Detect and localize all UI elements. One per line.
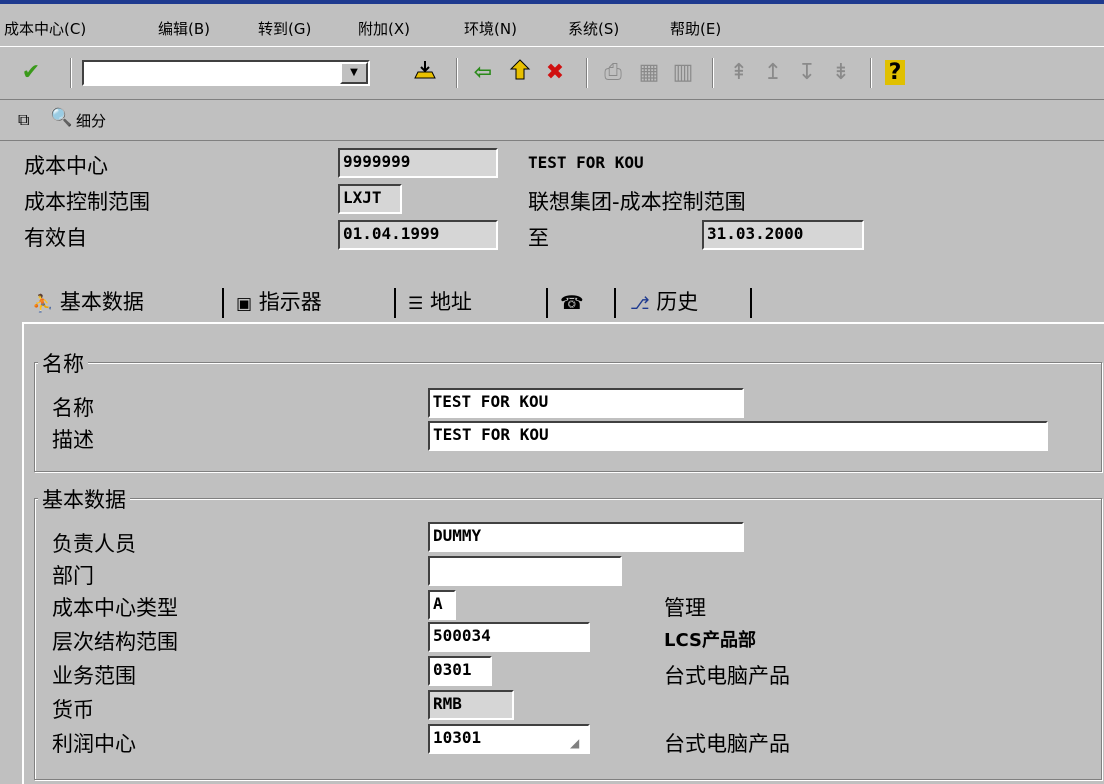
- find-icon[interactable]: ▦: [634, 58, 664, 88]
- cancel-icon[interactable]: ✖: [540, 58, 570, 88]
- person-icon: ⛹: [32, 294, 54, 314]
- business-area-field[interactable]: 0301: [428, 656, 492, 686]
- valid-to-field[interactable]: 31.03.2000: [702, 220, 864, 250]
- category-label: 成本中心类型: [52, 596, 178, 620]
- hierarchy-text: LCS产品部: [664, 630, 756, 651]
- detail-button[interactable]: 细分: [76, 110, 106, 131]
- menu-edit[interactable]: 编辑(B): [158, 18, 210, 39]
- description-field[interactable]: TEST FOR KOU: [428, 421, 1048, 451]
- business-area-text: 台式电脑产品: [664, 664, 790, 688]
- tab-label: 地址: [429, 290, 472, 314]
- category-field[interactable]: A: [428, 590, 456, 620]
- department-label: 部门: [52, 564, 94, 588]
- valid-to-label: 至: [528, 226, 549, 250]
- tab-address[interactable]: ☰ 地址: [408, 282, 472, 324]
- controlling-area-name: 联想集团-成本控制范围: [528, 190, 746, 214]
- menu-bar: 成本中心(C) 编辑(B) 转到(G) 附加(X) 环境(N) 系统(S) 帮助…: [0, 0, 1104, 44]
- previous-page-icon[interactable]: ↥: [758, 58, 788, 88]
- controlling-area-label: 成本控制范围: [24, 190, 150, 214]
- tab-separator: [546, 288, 548, 318]
- description-label: 描述: [52, 428, 94, 452]
- indicator-icon: ▣: [236, 294, 253, 314]
- tab-indicators[interactable]: ▣ 指示器: [236, 282, 322, 324]
- toolbar-separator: [70, 58, 72, 88]
- controlling-area-field[interactable]: LXJT: [338, 184, 402, 214]
- first-page-icon[interactable]: ⇞: [724, 58, 754, 88]
- profit-center-text: 台式电脑产品: [664, 732, 790, 756]
- other-object-icon[interactable]: ⧉: [18, 110, 29, 130]
- cost-center-name: TEST FOR KOU: [528, 153, 644, 172]
- name-field[interactable]: TTEST FOR KOU: [428, 388, 744, 418]
- menu-system[interactable]: 系统(S): [568, 18, 619, 39]
- currency-field[interactable]: RMB: [428, 690, 514, 720]
- cost-center-field[interactable]: 9999999: [338, 148, 498, 178]
- business-area-label: 业务范围: [52, 664, 136, 688]
- back-arrow-icon[interactable]: ⇦: [468, 58, 498, 88]
- menu-goto[interactable]: 转到(G): [258, 18, 311, 39]
- menu-environment[interactable]: 环境(N): [464, 18, 517, 39]
- save-icon[interactable]: [410, 58, 440, 88]
- print-icon[interactable]: ⎙: [598, 58, 628, 88]
- person-responsible-label: 负责人员: [52, 532, 136, 556]
- menu-cost-center[interactable]: 成本中心(C): [4, 18, 86, 39]
- tab-separator: [750, 288, 752, 318]
- tab-communication[interactable]: ☎: [560, 282, 584, 323]
- toolbar-separator: [870, 58, 872, 88]
- resize-grip-icon: ◢: [570, 736, 580, 750]
- hierarchy-field[interactable]: 500034: [428, 622, 590, 652]
- command-dropdown-icon[interactable]: ▼: [340, 62, 368, 84]
- profit-center-label: 利润中心: [52, 732, 136, 756]
- name-field-text: TEST FOR KOU: [432, 392, 549, 411]
- phone-icon: ☎: [560, 292, 584, 314]
- tab-label: 基本数据: [59, 290, 144, 314]
- valid-from-field[interactable]: 01.04.1999: [338, 220, 498, 250]
- exit-icon[interactable]: [505, 58, 535, 88]
- help-icon[interactable]: ?: [880, 58, 910, 88]
- command-field[interactable]: [82, 60, 370, 86]
- currency-label: 货币: [52, 698, 94, 722]
- cost-center-label: 成本中心: [24, 154, 108, 178]
- basic-data-group-title: 基本数据: [38, 484, 130, 514]
- hierarchy-label: 层次结构范围: [52, 630, 178, 654]
- find-next-icon[interactable]: ▥: [668, 58, 698, 88]
- tab-separator: [222, 288, 224, 318]
- enter-check-icon[interactable]: ✔: [16, 58, 46, 88]
- toolbar-separator: [456, 58, 458, 88]
- menu-extras[interactable]: 附加(X): [358, 18, 410, 39]
- next-page-icon[interactable]: ↧: [792, 58, 822, 88]
- magnifier-icon[interactable]: 🔍: [50, 107, 72, 128]
- last-page-icon[interactable]: ⇟: [826, 58, 856, 88]
- names-group-title: 名称: [38, 348, 88, 378]
- toolbar-separator: [586, 58, 588, 88]
- department-field[interactable]: [428, 556, 622, 586]
- toolbar-separator: [712, 58, 714, 88]
- valid-from-label: 有效自: [24, 226, 87, 250]
- tab-basic-data[interactable]: ⛹ 基本数据: [32, 282, 144, 324]
- tab-history[interactable]: ⎇ 历史: [630, 282, 698, 324]
- profit-center-field[interactable]: 10301: [428, 724, 590, 754]
- tab-label: 指示器: [258, 290, 322, 314]
- tab-label: 历史: [656, 290, 699, 314]
- person-responsible-field[interactable]: DUMMY: [428, 522, 744, 552]
- address-icon: ☰: [408, 294, 424, 314]
- tab-separator: [394, 288, 396, 318]
- name-label: 名称: [52, 396, 94, 420]
- history-icon: ⎇: [630, 294, 650, 314]
- menu-help[interactable]: 帮助(E): [670, 18, 721, 39]
- tab-separator: [614, 288, 616, 318]
- category-text: 管理: [664, 596, 706, 620]
- application-toolbar: [0, 100, 1104, 141]
